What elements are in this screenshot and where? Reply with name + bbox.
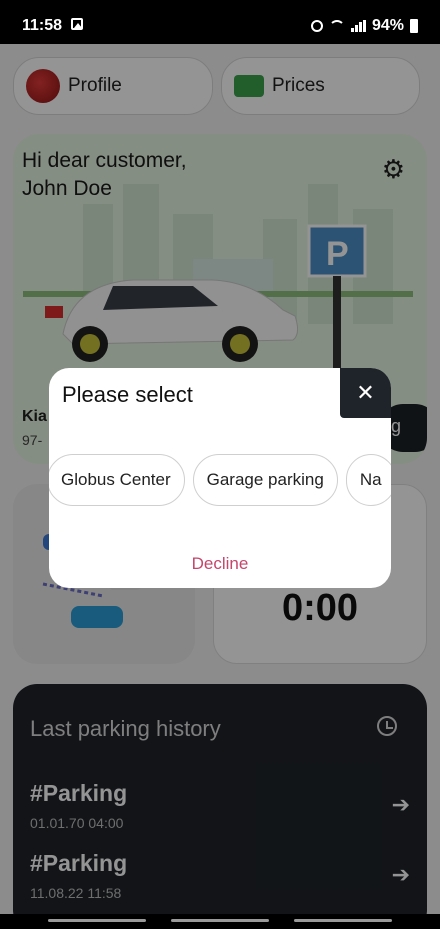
signal-icon (350, 20, 366, 32)
option-garage-parking[interactable]: Garage parking (192, 454, 338, 506)
close-icon: ✕ (356, 380, 375, 405)
alarm-icon (310, 20, 323, 32)
dialog-title: Please select (62, 382, 193, 407)
battery-icon (410, 19, 418, 33)
option-partial[interactable]: Na (345, 454, 391, 506)
status-time: 11:58 (22, 17, 63, 34)
status-bar: 11:58 94% (0, 0, 440, 44)
close-button[interactable]: ✕ (340, 368, 391, 418)
location-options: Globus Center Garage parking Na (49, 454, 391, 506)
battery-percent: 94% (371, 17, 404, 34)
system-nav-bar (0, 914, 440, 929)
decline-button[interactable]: Decline (49, 554, 391, 574)
select-location-dialog: Please select ✕ Globus Center Garage par… (49, 368, 391, 588)
wifi-icon (328, 20, 345, 32)
option-globus-center[interactable]: Globus Center (49, 454, 185, 506)
status-icons: 94% (310, 17, 418, 35)
image-notification-icon (71, 18, 83, 30)
